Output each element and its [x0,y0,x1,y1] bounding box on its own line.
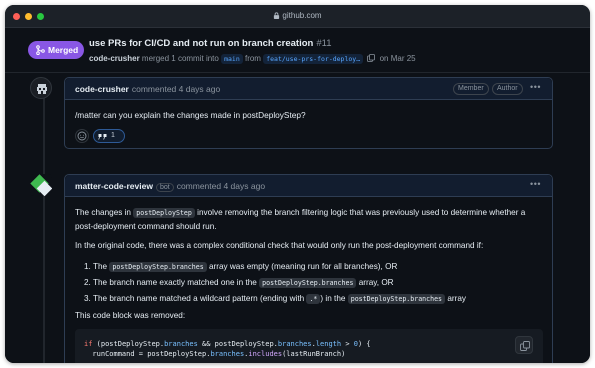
pr-author-link[interactable]: code-crusher [89,54,140,63]
list-text: array, OR [358,278,394,287]
comment-author: matter-code-review bot commented 4 days ag… [75,181,265,192]
merge-icon [36,45,45,55]
inline-code: postDeployStep.branches [109,262,207,272]
conditions-list: 1. The postDeployStep.branches array was… [75,259,543,307]
page-content: Merged use PRs for CI/CD and not run on … [5,28,590,363]
comment-header: matter-code-review bot commented 4 days ag… [65,175,552,197]
inline-code: postDeployStep.branches [259,278,357,288]
kebab-icon[interactable]: ••• [530,179,541,189]
pr-title: use PRs for CI/CD and not run on branch … [89,38,331,49]
member-badge: Member [453,83,489,95]
timeline-line [43,91,45,363]
list-text: The [92,262,108,271]
pr-meta: code-crusher merged 1 commit into main f… [89,54,416,64]
address-bar[interactable]: github.com [5,11,590,20]
comment-author: code-crusher commented 4 days ago [75,84,220,94]
paragraph-text: involve removing the branch filtering lo… [197,208,526,217]
list-text: array was empty (meaning run for all bra… [208,262,398,271]
quote-reaction-button[interactable]: 1 [93,129,125,143]
author-badge: Author [492,83,523,95]
comment-author-link[interactable]: matter-code-review [75,181,153,191]
comment-header: code-crusher commented 4 days ago Member … [65,78,552,100]
comment-paragraph: This code block was removed: [75,311,186,320]
comment-author-link[interactable]: code-crusher [75,84,129,94]
list-number: 2. [84,278,91,287]
url-text: github.com [282,11,322,20]
pr-number: #11 [316,38,332,49]
inline-code: postDeployStep.branches [347,294,446,304]
list-item: 1. The postDeployStep.branches array was… [75,259,543,275]
code-block: if (postDeployStep.branches && postDeplo… [75,329,543,363]
lock-icon [274,12,280,19]
avatar-glyph-icon [37,84,47,94]
copy-icon[interactable] [367,54,376,62]
code-line: if (postDeployStep.branches && postDeplo… [84,340,371,348]
list-text: The branch name matched a wildcard patte… [92,294,305,303]
title-bar: github.com [5,5,590,28]
bot-avatar[interactable] [30,174,53,197]
quote-icon [98,134,107,140]
list-text: array [447,294,466,303]
comment-timestamp[interactable]: commented 4 days ago [132,84,220,94]
list-item: 2. The branch name exactly matched one i… [75,275,543,291]
paragraph-text: post-deployment command should run. [75,222,217,231]
list-text: ) in the [320,294,346,303]
bot-badge: bot [155,183,174,192]
copy-icon [520,341,530,351]
smiley-icon [77,131,87,141]
paragraph-text: The changes in [75,208,131,217]
avatar[interactable] [30,77,52,99]
browser-window: github.com Merged use PRs for CI/CD and … [5,5,590,363]
head-branch[interactable]: feat/use-prs-for-deploy… [263,54,364,64]
comment-paragraph: In the original code, there was a comple… [75,241,484,250]
list-item: 3. The branch name matched a wildcard pa… [75,291,543,307]
reaction-count: 1 [111,132,115,139]
base-branch[interactable]: main [221,54,243,64]
inline-code: postDeployStep [133,208,195,218]
comment-paragraph: The changes in postDeployStep involve re… [75,206,543,233]
list-number: 1. [84,262,91,271]
comment-body: /matter can you explain the changes made… [75,110,306,120]
add-reaction-button[interactable] [75,129,89,143]
list-text: The branch name exactly matched one in t… [92,278,257,287]
copy-code-button[interactable] [515,336,533,354]
merged-status-badge: Merged [28,41,84,59]
inline-code: .* [306,294,321,304]
pr-title-text: use PRs for CI/CD and not run on branch … [89,38,314,49]
code-line: runCommand = postDeployStep.branches.inc… [84,350,346,358]
pr-date: on Mar 25 [379,54,416,63]
pr-meta-text: merged 1 commit into [141,54,219,63]
comment-card: code-crusher commented 4 days ago Member … [64,77,553,149]
kebab-icon[interactable]: ••• [530,82,541,92]
list-number: 3. [84,294,91,303]
bot-logo-icon [30,174,53,197]
comment-timestamp[interactable]: commented 4 days ago [177,181,265,191]
from-text: from [244,54,261,63]
merged-label: Merged [48,45,79,55]
header-divider [5,72,590,73]
